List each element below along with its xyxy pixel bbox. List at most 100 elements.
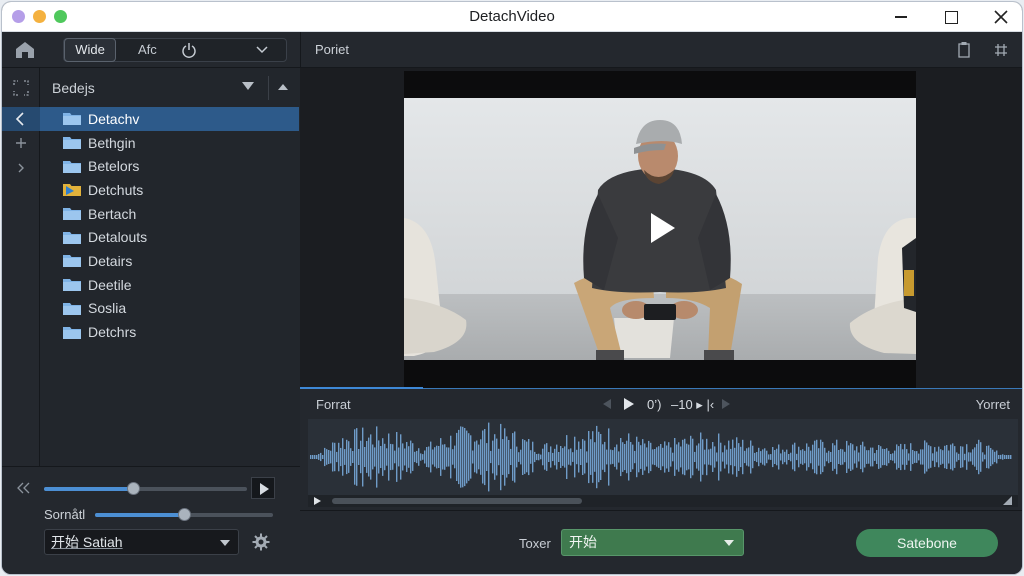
skip-back-icon[interactable] — [603, 399, 611, 409]
output-select[interactable]: 开始 — [561, 529, 744, 556]
folder-icon — [63, 137, 81, 150]
waveform-bar — [356, 428, 358, 486]
folder-item-label: Detalouts — [88, 229, 148, 246]
select-region-icon[interactable] — [13, 80, 29, 96]
waveform-bar — [384, 443, 386, 471]
waveform-play-icon[interactable] — [314, 497, 321, 505]
waveform-bar — [380, 446, 382, 468]
folder-icon — [63, 255, 81, 268]
waveform-bar — [1004, 455, 1006, 459]
waveform-bar — [906, 449, 908, 465]
folder-item[interactable]: Detalouts — [40, 225, 299, 249]
folder-item[interactable]: Bertach — [40, 202, 299, 226]
start-button[interactable]: Satebone — [856, 529, 998, 557]
folder-item[interactable]: Bethgin — [40, 131, 299, 155]
waveform-bar — [968, 452, 970, 462]
skip-forward-icon[interactable] — [722, 399, 730, 409]
waveform-bar — [866, 450, 868, 464]
waveform-bar — [684, 438, 686, 476]
waveform-bar — [928, 445, 930, 469]
waveform-bar — [438, 446, 440, 468]
waveform-bar — [858, 452, 860, 462]
chevron-down-icon[interactable] — [254, 41, 270, 57]
preset-select[interactable]: 开始 Satiah — [44, 529, 239, 555]
afc-button[interactable]: Afc — [138, 42, 157, 57]
waveform-bar — [610, 449, 612, 465]
clipboard-icon[interactable] — [956, 41, 972, 58]
waveform-bar — [366, 441, 368, 473]
chevron-down-icon — [724, 540, 734, 546]
scroll-thumb[interactable] — [332, 498, 582, 504]
wide-button[interactable]: Wide — [64, 38, 116, 62]
folder-item-label: Detchrs — [88, 324, 137, 341]
folder-item[interactable]: Detchuts — [40, 178, 299, 202]
home-icon[interactable] — [14, 40, 36, 60]
waveform-bar — [832, 443, 834, 471]
waveform-bar — [916, 451, 918, 463]
play-icon[interactable] — [624, 398, 634, 410]
waveform-bar — [584, 440, 586, 474]
waveform-bar — [896, 444, 898, 470]
chevron-left-icon[interactable] — [13, 111, 29, 127]
waveform-bar — [624, 444, 626, 471]
close-icon — [994, 10, 1008, 24]
waveform-bar — [942, 450, 944, 464]
waveform-bar — [652, 449, 654, 465]
maximize-button[interactable] — [928, 2, 974, 32]
waveform-bar — [946, 445, 948, 469]
folder-item[interactable]: Deetile — [40, 273, 299, 297]
waveform-bar — [622, 442, 624, 472]
folder-item[interactable]: Detairs — [40, 249, 299, 273]
folder-item[interactable]: Betelors — [40, 154, 299, 178]
folder-item[interactable]: Detachv — [40, 107, 299, 131]
waveform-bar — [704, 449, 706, 465]
waveform-bar — [876, 450, 878, 464]
slider-1-knob[interactable] — [127, 482, 140, 495]
folder-item-label: Bertach — [88, 205, 137, 222]
waveform-bar — [954, 446, 956, 468]
waveform-bar — [890, 454, 892, 461]
play-overlay-icon[interactable] — [644, 211, 678, 245]
folder-list: Detachv Bethgin Betelors Detchuts Bertach Det… — [40, 107, 299, 344]
waveform[interactable] — [308, 419, 1018, 507]
chevron-right-icon[interactable] — [13, 160, 29, 176]
collapse-icon[interactable] — [15, 481, 31, 495]
waveform-bar — [512, 433, 514, 481]
slider-2-knob[interactable] — [178, 508, 191, 521]
waveform-bar — [606, 449, 608, 465]
waveform-bar — [746, 448, 748, 466]
waveform-bar — [868, 450, 870, 464]
grid-settings-icon[interactable] — [993, 42, 1009, 58]
waveform-bar — [784, 451, 786, 463]
waveform-bar — [786, 449, 788, 465]
waveform-bar — [526, 441, 528, 473]
plus-icon[interactable] — [13, 135, 29, 151]
close-button[interactable] — [978, 2, 1022, 32]
folder-item-label: Detachv — [88, 110, 140, 127]
waveform-bar — [740, 446, 742, 468]
power-icon[interactable] — [181, 42, 197, 58]
gear-icon[interactable] — [252, 533, 270, 551]
video-frame[interactable] — [404, 71, 916, 388]
caret-up-icon[interactable] — [278, 84, 288, 90]
waveform-bar — [882, 448, 884, 466]
play-button[interactable] — [251, 477, 275, 499]
waveform-bar — [820, 439, 822, 475]
resize-corner-icon[interactable] — [1003, 496, 1012, 505]
caret-down-icon[interactable] — [242, 82, 254, 90]
folder-item[interactable]: Detchrs — [40, 320, 299, 344]
waveform-bar — [372, 444, 374, 470]
waveform-bar — [618, 451, 620, 463]
waveform-bar — [668, 442, 670, 472]
waveform-bar — [354, 429, 356, 485]
timeline-panel: Forrat Yorret 0’) –10 ▸ |‹ — [300, 387, 1022, 510]
waveform-bar — [934, 447, 936, 467]
waveform-bar — [470, 435, 472, 479]
folder-tree: Bedejs Detachv Bethgin Betelors Detchuts Ber… — [40, 68, 300, 466]
waveform-bar — [864, 446, 866, 468]
waveform-bar — [326, 449, 328, 465]
folder-item[interactable]: Soslia — [40, 297, 299, 321]
minimize-button[interactable] — [878, 2, 924, 32]
waveform-scrollbar[interactable] — [308, 495, 1018, 507]
waveform-bar — [844, 451, 846, 463]
